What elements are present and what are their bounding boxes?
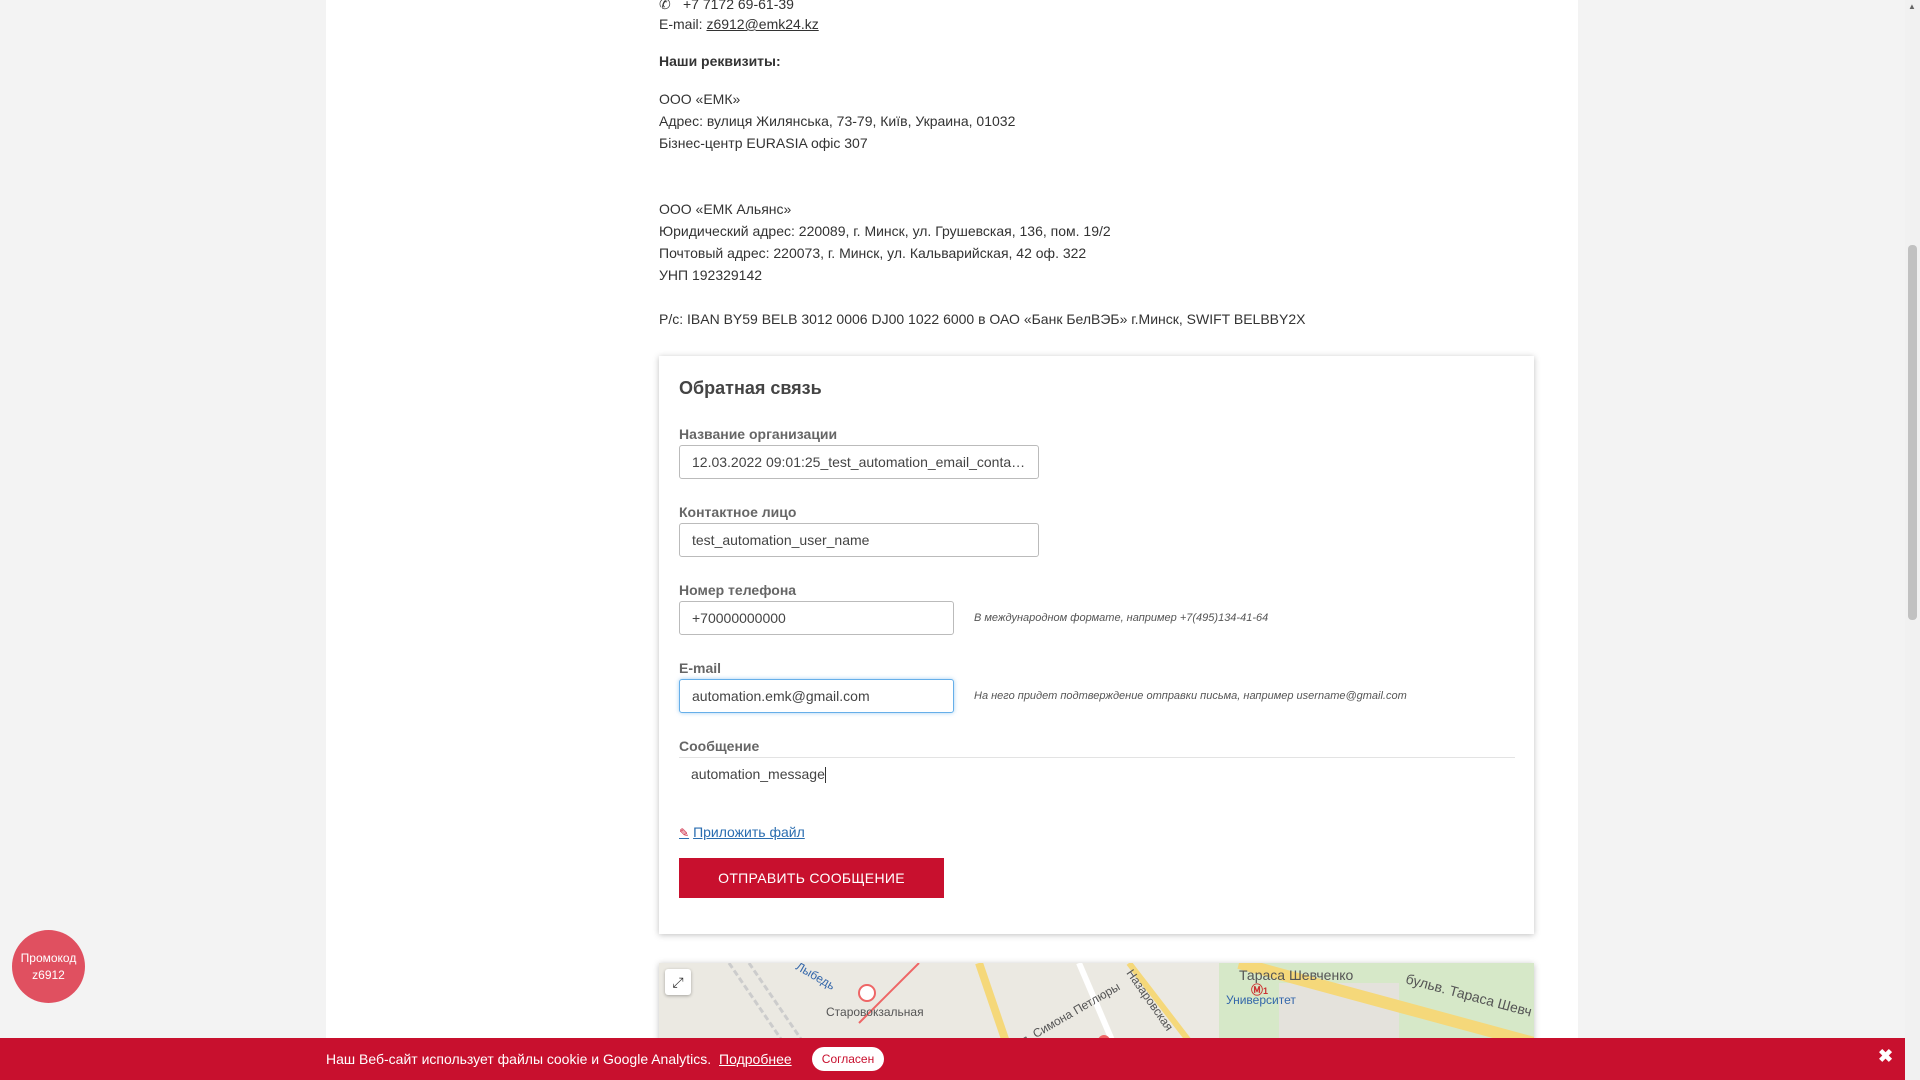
cookie-message: Наш Веб-сайт использует файлы cookie и G… — [326, 1051, 712, 1067]
contact-input[interactable]: test_automation_user_name — [679, 523, 1039, 557]
promo-line1: Промокод — [20, 950, 77, 965]
message-label: Сообщение — [679, 738, 760, 754]
submit-button[interactable]: ОТПРАВИТЬ СООБЩЕНИЕ — [679, 858, 944, 898]
text-caret — [824, 767, 826, 784]
company2-post-address: Почтовый адрес: 220073, г. Минск, ул. Ка… — [659, 245, 1087, 261]
message-text: automation_message — [691, 766, 825, 782]
email-link[interactable]: z6912@emk24.kz — [706, 16, 818, 32]
company2-unp: УНП 192329142 — [659, 267, 763, 283]
phone-line: ✆ +7 7172 69-61-39 — [659, 0, 794, 13]
company1-name: ООО «ЕМК» — [659, 91, 741, 107]
email-label: E-mail — [679, 660, 722, 676]
cookie-text: Наш Веб-сайт использует файлы cookie и G… — [326, 1051, 792, 1067]
metro-icon: Ⓜ1 — [1251, 983, 1269, 997]
phone-label: Номер телефона — [679, 582, 797, 598]
company2-legal-address: Юридический адрес: 220089, г. Минск, ул.… — [659, 223, 1111, 239]
attach-label: Приложить файл — [693, 824, 805, 840]
feedback-form: Обратная связь Название организации 12.0… — [659, 356, 1534, 934]
requisites-heading: Наши реквизиты: — [659, 53, 781, 69]
close-icon[interactable]: ✖ — [1878, 1046, 1893, 1067]
form-title: Обратная связь — [679, 378, 822, 398]
cookie-accept-button[interactable]: Согласен — [812, 1047, 884, 1071]
company2-name: ООО «ЕМК Альянс» — [659, 201, 792, 217]
scrollbar[interactable]: ▲ — [1905, 0, 1920, 1080]
email-input[interactable]: automation.emk@gmail.com — [679, 679, 954, 713]
email-hint: На него придет подтверждение отправки пи… — [974, 690, 1407, 702]
cookie-more-link[interactable]: Подробнее — [719, 1051, 792, 1067]
expand-map-icon[interactable]: ⤢ — [665, 969, 691, 995]
paperclip-icon: ✎ — [679, 826, 690, 840]
phone-hint: В международном формате, например +7(495… — [974, 612, 1269, 624]
message-textarea[interactable]: automation_message — [679, 757, 1515, 815]
phone-text: +7 7172 69-61-39 — [683, 0, 794, 12]
phone-input[interactable]: +70000000000 — [679, 601, 954, 635]
company1-address: Адрес: вулиця Жилянська, 73-79, Київ, Ук… — [659, 113, 1016, 129]
promo-badge[interactable]: Промокод z6912 — [12, 930, 85, 1003]
email-line: E-mail: z6912@emk24.kz — [659, 16, 819, 32]
org-input[interactable]: 12.03.2022 09:01:25_test_automation_emai… — [679, 445, 1039, 479]
metro-line: 1 — [1263, 986, 1269, 996]
cookie-bar: Наш Веб-сайт использует файлы cookie и G… — [0, 1038, 1920, 1080]
org-label: Название организации — [679, 426, 838, 442]
map-label-station: Старовокзальная — [826, 1005, 924, 1019]
email-label: E-mail: — [659, 16, 703, 32]
company2-bank: Р/с: IBAN BY59 BELB 3012 0006 DJ00 1022 … — [659, 311, 1306, 327]
attach-file-link[interactable]: ✎ Приложить файл — [679, 824, 805, 840]
scroll-up-icon[interactable]: ▲ — [1908, 2, 1916, 11]
scroll-thumb[interactable] — [1908, 245, 1917, 620]
promo-code: z6912 — [32, 967, 65, 982]
contact-label: Контактное лицо — [679, 504, 797, 520]
company1-office: Бізнес-центр EURASIA офіс 307 — [659, 135, 868, 151]
phone-icon: ✆ — [659, 0, 671, 12]
